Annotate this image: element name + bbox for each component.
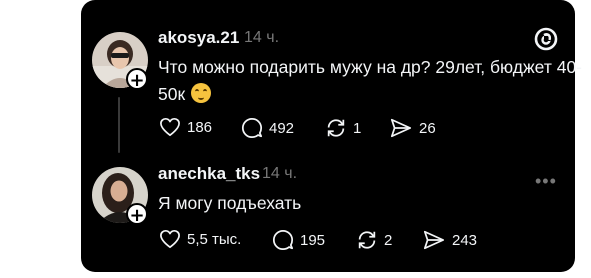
post-text-content: Что можно подарить мужу на др? 29лет, бю… bbox=[158, 57, 582, 104]
follow-plus-button[interactable]: + bbox=[126, 68, 148, 91]
reply-time: 14 ч. bbox=[262, 165, 298, 182]
share-button[interactable]: 243 bbox=[422, 229, 477, 251]
threads-logo-icon[interactable] bbox=[533, 26, 559, 57]
share-count: 243 bbox=[452, 231, 478, 249]
post-text: Что можно подарить мужу на др? 29лет, бю… bbox=[158, 54, 588, 108]
share-icon bbox=[423, 230, 445, 250]
comment-icon bbox=[241, 117, 263, 139]
repost-count: 2 bbox=[384, 231, 393, 249]
heart-icon bbox=[160, 229, 180, 249]
follow-plus-button[interactable]: + bbox=[126, 203, 148, 226]
upside-down-face-emoji-icon bbox=[191, 83, 211, 103]
thread-line bbox=[118, 97, 120, 153]
share-button[interactable]: 26 bbox=[389, 117, 436, 139]
comment-icon bbox=[272, 229, 294, 251]
repost-count: 1 bbox=[353, 119, 362, 137]
repost-icon bbox=[327, 119, 345, 137]
share-count: 26 bbox=[419, 119, 436, 137]
reply-username[interactable]: anechka_tks bbox=[158, 164, 260, 184]
repost-icon bbox=[358, 231, 376, 249]
more-icon[interactable]: ••• bbox=[535, 171, 557, 192]
like-button[interactable]: 5,5 тыс. bbox=[159, 229, 241, 249]
like-button[interactable]: 186 bbox=[159, 117, 212, 137]
reply-count: 195 bbox=[300, 231, 326, 249]
reply-count: 492 bbox=[269, 119, 295, 137]
heart-icon bbox=[160, 117, 180, 137]
share-icon bbox=[390, 118, 412, 138]
repost-button[interactable]: 1 bbox=[325, 117, 361, 139]
reply-text: Я могу подъехать bbox=[158, 193, 302, 213]
post-username[interactable]: akosya.21 bbox=[158, 28, 239, 48]
like-count: 186 bbox=[187, 118, 213, 136]
repost-button[interactable]: 2 bbox=[356, 229, 392, 251]
reply-button[interactable]: 195 bbox=[272, 229, 325, 251]
threads-card: + akosya.21 14 ч. Что можно подарить муж… bbox=[81, 0, 582, 272]
reply-button[interactable]: 492 bbox=[241, 117, 294, 139]
like-count: 5,5 тыс. bbox=[187, 230, 242, 248]
post-time: 14 ч. bbox=[244, 29, 280, 46]
